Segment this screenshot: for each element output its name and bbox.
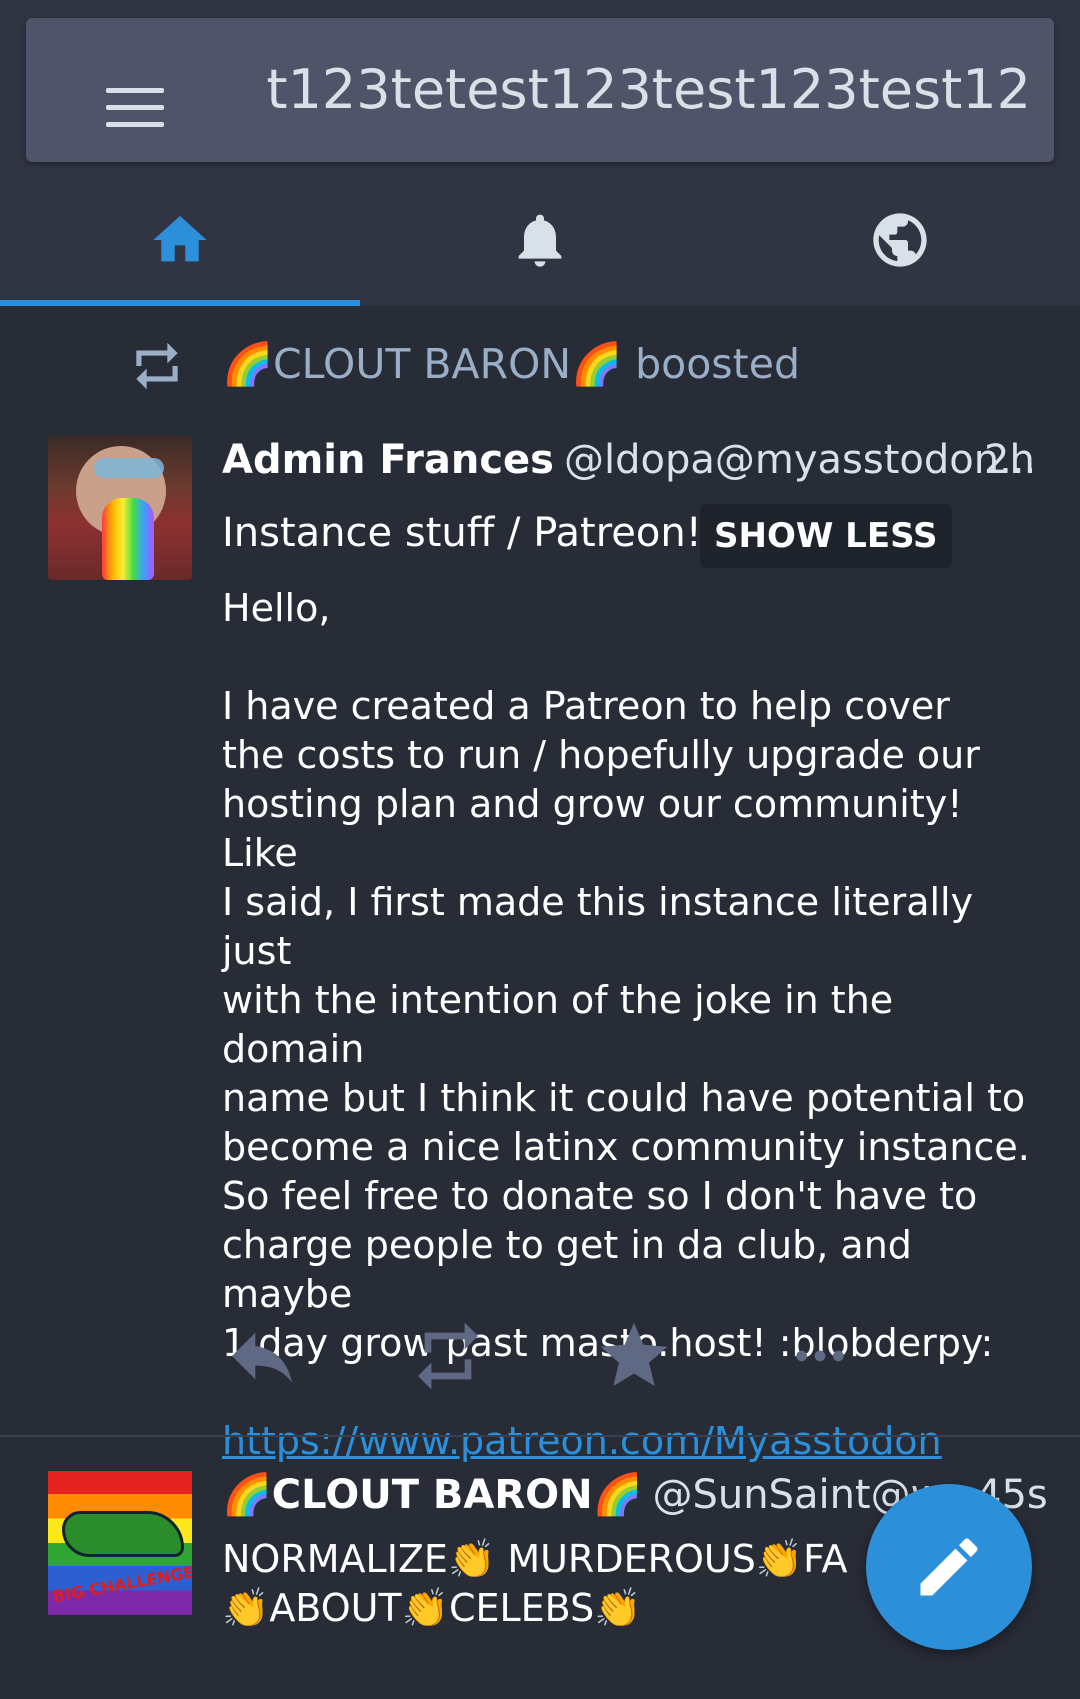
- home-icon: [153, 216, 207, 262]
- boosted-by-text: 🌈CLOUT BARON🌈 boosted: [222, 340, 800, 388]
- star-icon: [600, 1322, 668, 1386]
- boost-icon: [136, 342, 178, 390]
- avatar[interactable]: BIG CHALLENGE: [48, 1471, 192, 1615]
- tab-explore[interactable]: [720, 178, 1080, 306]
- boost-prepend: 🌈CLOUT BARON🌈 boosted: [0, 334, 1080, 394]
- more-button[interactable]: [780, 1316, 860, 1396]
- avatar[interactable]: [48, 436, 192, 580]
- tab-home[interactable]: [0, 178, 360, 306]
- avatar-caption: BIG CHALLENGE: [51, 1562, 192, 1607]
- bell-icon: [518, 214, 562, 267]
- hamburger-menu-icon[interactable]: [106, 88, 164, 128]
- pencil-icon: [920, 1538, 978, 1596]
- status-card[interactable]: 🌈CLOUT BARON🌈 boosted Admin Frances @ldop…: [0, 306, 1080, 1463]
- show-less-button[interactable]: SHOW LESS: [700, 504, 952, 568]
- reply-icon: [232, 1332, 292, 1383]
- tab-bar: [0, 178, 1080, 306]
- more-horizontal-icon: [796, 1350, 844, 1362]
- globe-icon: [873, 213, 927, 267]
- tab-notifications[interactable]: [360, 178, 720, 306]
- status-timestamp[interactable]: 2h: [984, 430, 1035, 490]
- boost-icon: [418, 1322, 478, 1390]
- top-bar: test123test123test123test123test123test1…: [0, 0, 1080, 178]
- content-paragraph: I have created a Patreon to help cover t…: [222, 684, 1030, 1365]
- display-name[interactable]: Admin Frances: [222, 437, 554, 483]
- compose-button[interactable]: [866, 1484, 1032, 1650]
- content-paragraph: Hello,: [222, 586, 331, 630]
- search-bar[interactable]: test123test123test123test123test123test1…: [26, 18, 1054, 162]
- spoiler-text: Instance stuff / Patreon!: [222, 510, 702, 556]
- status-header[interactable]: Admin Frances @ldopa@myasstodon....: [222, 430, 1032, 490]
- account-handle[interactable]: @ldopa@myasstodon....: [564, 437, 1032, 483]
- display-name[interactable]: 🌈CLOUT BARON🌈: [222, 1472, 642, 1518]
- reply-button[interactable]: [222, 1316, 302, 1396]
- status-action-bar: [222, 1316, 1042, 1396]
- favourite-button[interactable]: [594, 1316, 674, 1396]
- boost-button[interactable]: [408, 1316, 488, 1396]
- search-input[interactable]: test123test123test123test123test123test1…: [266, 54, 1031, 126]
